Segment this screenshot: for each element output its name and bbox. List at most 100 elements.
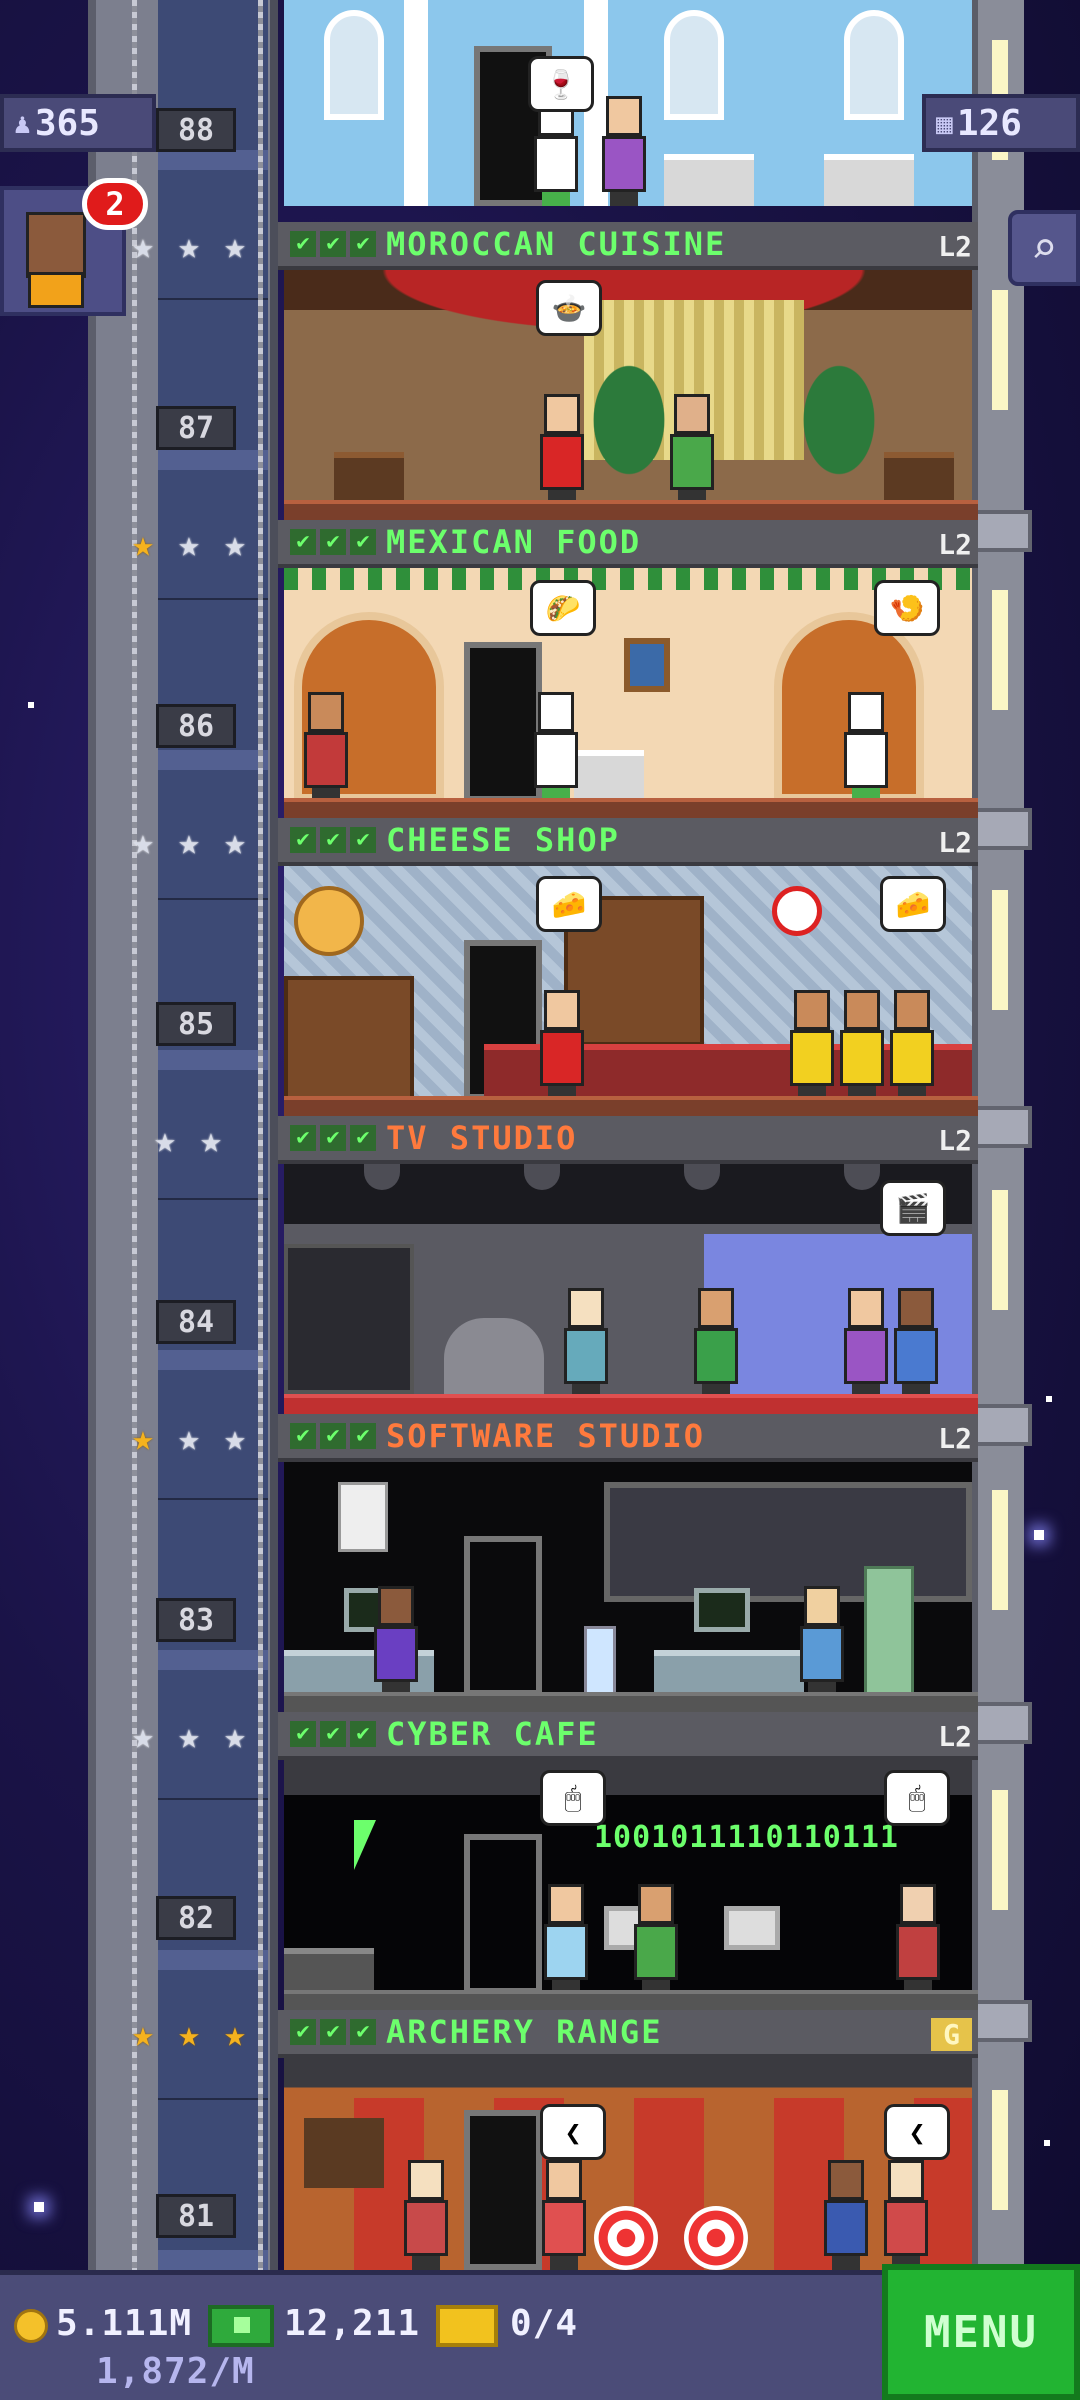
menu-button[interactable]: MENU [882,2264,1080,2400]
window [844,10,904,120]
cursor-decoration [354,1820,376,1870]
floor-sign[interactable]: ✔ ✔ ✔ CYBER CAFE L2 [278,1712,978,1760]
floor-sign[interactable]: ✔ ✔ ✔ ARCHERY RANGE G [278,2010,978,2058]
floor-name: ARCHERY RANGE [386,2013,663,2051]
bitizen[interactable] [884,2160,928,2270]
bitizen-sombrero[interactable] [304,692,348,802]
floor-sign[interactable]: ✔ ✔ ✔ MOROCCAN CUISINE L2 [278,222,978,270]
bitizen-thought-bubble: 🍤 [874,580,940,636]
bitizen-thought-bubble: 🍲 [536,280,602,336]
elevator-cable-left [132,0,137,2270]
magnifier-icon[interactable]: ⌕ [1008,210,1080,286]
tickets-value[interactable]: 0/4 [510,2303,578,2344]
studio-light [684,1164,720,1190]
bitizen[interactable] [634,1884,678,1994]
bitizen[interactable] [844,1288,888,1398]
rail-light [992,590,1008,710]
bitizen-construction[interactable] [890,990,934,1100]
star-empty-icon: ★ [224,1716,246,1757]
floor-81-archery-range[interactable]: ✔ ✔ ✔ ARCHERY RANGE G ❮ ❮ [278,2010,978,2270]
floor-88[interactable]: 🍷 [278,0,978,222]
bitizen[interactable] [694,1288,738,1398]
bitizen-snowman[interactable] [534,692,578,802]
elephant-prop [444,1318,544,1398]
table [334,452,404,504]
floor-name: SOFTWARE STUDIO [386,1417,705,1455]
bitizen-thought-bubble: ❮ [540,2104,606,2160]
window [324,10,384,120]
floor-83-software-studio[interactable]: ✔ ✔ ✔ SOFTWARE STUDIO L2 [278,1414,978,1712]
bitizen[interactable] [374,1586,418,1696]
floor-85-cheese-shop[interactable]: ✔ ✔ ✔ CHEESE SHOP L2 🧀 🧀 [278,818,978,1116]
bitizen[interactable] [800,1586,844,1696]
check-icon: ✔ [350,529,376,555]
population-counter[interactable]: ♟ 365 [0,94,156,152]
star-empty-icon: ★ [132,226,154,267]
coins-rate: 1,872/M [96,2351,255,2392]
check-icon: ✔ [320,827,346,853]
star-rating-floor-84: ★ ★ [146,1122,230,1160]
bitizen[interactable] [896,1884,940,1994]
bitizen[interactable] [542,2160,586,2270]
coins-value[interactable]: 5.111M [56,2303,192,2344]
bitizen[interactable] [564,1288,608,1398]
rail-light [992,1190,1008,1310]
star-1 [28,702,34,708]
floor-86-mexican-food[interactable]: ✔ ✔ ✔ MEXICAN FOOD L2 🌮 🍤 [278,520,978,818]
bitizen-construction[interactable] [840,990,884,1100]
window [664,10,724,120]
bitizen-construction[interactable] [790,990,834,1100]
floor-base [284,798,978,818]
room-door [464,1536,542,1696]
star-empty-icon: ★ [178,226,200,267]
studio-light [364,1164,400,1190]
bitizen[interactable] [602,96,646,206]
bitizen-snowman[interactable] [844,692,888,802]
bitizen-thought-bubble: 🧀 [880,876,946,932]
check-icon: ✔ [350,827,376,853]
supply-checks: ✔ ✔ ✔ [290,1125,376,1151]
floor-name: MEXICAN FOOD [386,523,642,561]
bitizen[interactable] [404,2160,448,2270]
floor-sign[interactable]: ✔ ✔ ✔ TV STUDIO L2 [278,1116,978,1164]
bitizen-snowman[interactable] [534,96,578,206]
check-icon: ✔ [320,231,346,257]
archery-target [684,2206,748,2270]
star-2 [34,2202,44,2212]
floor-sign[interactable]: ✔ ✔ ✔ CHEESE SHOP L2 [278,818,978,866]
bitizen-santa[interactable] [540,990,584,1100]
check-icon: ✔ [290,2019,316,2045]
star-rating-floor-82: ★ ★ ★ [124,1718,254,1756]
floor-base [284,1394,978,1414]
bitizen[interactable] [894,1288,938,1398]
cheese-wheel [294,886,364,956]
bux-value[interactable]: 12,211 [284,2303,420,2344]
star-empty-icon: ★ [132,1716,154,1757]
bitizen[interactable] [544,1884,588,1994]
bitizen[interactable] [824,2160,868,2270]
rail-light [992,2090,1008,2210]
supply-checks: ✔ ✔ ✔ [290,827,376,853]
floor-number: 84 [156,1300,236,1344]
floor-87-moroccan-cuisine[interactable]: ✔ ✔ ✔ MOROCCAN CUISINE L2 🍲 [278,222,978,520]
floor-name: CHEESE SHOP [386,821,620,859]
floor-sign[interactable]: ✔ ✔ ✔ MEXICAN FOOD L2 [278,520,978,568]
check-icon: ✔ [350,1721,376,1747]
floor-name: TV STUDIO [386,1119,578,1157]
bitizen-santa[interactable] [540,394,584,504]
check-icon: ✔ [320,1423,346,1449]
check-icon: ✔ [290,231,316,257]
floor-level: L2 [938,1422,972,1455]
check-icon: ✔ [320,1721,346,1747]
star-rating-floor-87: ★ ★ ★ [124,228,254,266]
star-empty-icon: ★ [154,1120,176,1161]
floor-sign[interactable]: ✔ ✔ ✔ SOFTWARE STUDIO L2 [278,1414,978,1462]
floor-84-tv-studio[interactable]: ✔ ✔ ✔ TV STUDIO L2 🎬 [278,1116,978,1414]
table [884,452,954,504]
room-tv: 🎬 [284,1164,978,1414]
floor-counter[interactable]: ▦ 126 [922,94,1080,152]
coin-icon [14,2309,48,2343]
bitizen[interactable] [670,394,714,504]
floor-82-cyber-cafe[interactable]: ✔ ✔ ✔ CYBER CAFE L2 1001011110110111 🖱 🖱 [278,1712,978,2010]
star-rating-floor-83: ★ ★ ★ [124,1420,254,1458]
